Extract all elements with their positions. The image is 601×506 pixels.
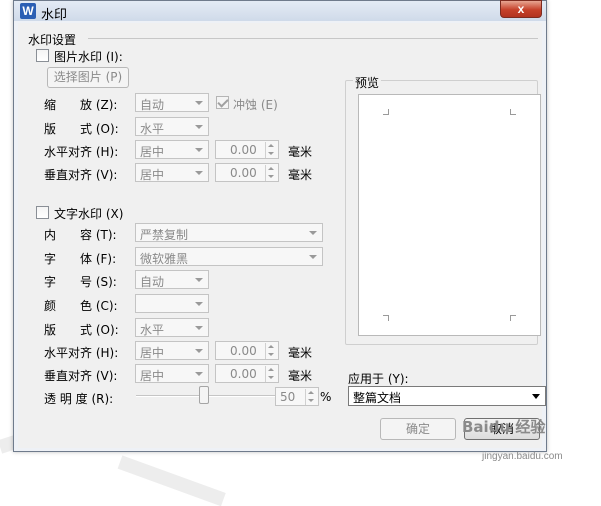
dialog-client-area: 水印设置 图片水印 (I): 选择图片 (P) 缩 放 (Z): 自动 冲蚀 (…: [18, 23, 546, 448]
group-divider: [88, 38, 538, 39]
text-v-offset-value: 0.00: [230, 367, 257, 381]
content-select[interactable]: 严禁复制: [135, 223, 323, 242]
scale-value: 自动: [140, 98, 165, 112]
apply-to-label: 应用于 (Y):: [348, 372, 409, 386]
washout-label: 冲蚀 (E): [233, 98, 278, 112]
picture-h-align-label: 水平对齐 (H):: [44, 145, 119, 159]
title-bar: W 水印 x: [14, 0, 546, 23]
font-select[interactable]: 微软雅黑: [135, 247, 323, 266]
text-v-align-label: 垂直对齐 (V):: [44, 369, 118, 383]
picture-v-align-value: 居中: [140, 168, 165, 182]
margin-corner-mark: [383, 315, 389, 321]
picture-v-offset-unit: 毫米: [288, 168, 313, 182]
transparency-unit: %: [320, 390, 332, 404]
chevron-down-icon: [191, 166, 206, 179]
spin-up-icon[interactable]: [265, 165, 277, 173]
text-v-align-select[interactable]: 居中: [135, 364, 209, 383]
chevron-down-icon: [191, 344, 206, 357]
text-layout-value: 水平: [140, 323, 165, 337]
transparency-spinner[interactable]: 50: [275, 387, 319, 406]
margin-corner-mark: [510, 109, 516, 115]
background-stroke: [117, 455, 226, 506]
picture-h-offset-spinner[interactable]: 0.00: [215, 140, 279, 159]
washout-checkbox[interactable]: [216, 96, 229, 109]
picture-layout-value: 水平: [140, 122, 165, 136]
chevron-down-icon: [305, 250, 320, 263]
picture-layout-label: 版 式 (O):: [44, 122, 119, 136]
text-v-offset-spinner[interactable]: 0.00: [215, 364, 279, 383]
spin-down-icon[interactable]: [265, 150, 277, 158]
text-h-offset-spinner[interactable]: 0.00: [215, 341, 279, 360]
scale-label: 缩 放 (Z):: [44, 98, 118, 112]
wps-writer-icon: W: [20, 3, 36, 19]
picture-layout-select[interactable]: 水平: [135, 117, 209, 136]
margin-corner-mark: [510, 315, 516, 321]
content-label: 内 容 (T):: [44, 228, 117, 242]
preview-page: [358, 94, 541, 336]
baidu-jingyan-logo: Baidu 经验: [462, 418, 546, 436]
chevron-down-icon: [191, 367, 206, 380]
chevron-down-icon: [305, 226, 320, 239]
ok-button[interactable]: 确定: [380, 418, 456, 440]
text-h-align-value: 居中: [140, 346, 165, 360]
chevron-down-icon: [191, 120, 206, 133]
spin-up-icon[interactable]: [265, 343, 277, 351]
chevron-down-icon: [530, 390, 542, 402]
picture-v-align-label: 垂直对齐 (V):: [44, 168, 118, 182]
spin-down-icon[interactable]: [305, 397, 317, 405]
text-h-offset-unit: 毫米: [288, 346, 313, 360]
text-watermark-checkbox[interactable]: [36, 206, 49, 219]
text-v-offset-unit: 毫米: [288, 369, 313, 383]
font-label: 字 体 (F):: [44, 252, 117, 266]
picture-v-offset-value: 0.00: [230, 166, 257, 180]
content-value: 严禁复制: [140, 228, 189, 242]
spin-down-icon[interactable]: [265, 374, 277, 382]
chevron-down-icon: [191, 273, 206, 286]
chevron-down-icon: [191, 321, 206, 334]
color-label: 颜 色 (C):: [44, 299, 118, 313]
spin-up-icon[interactable]: [305, 389, 317, 397]
spin-up-icon[interactable]: [265, 142, 277, 150]
text-watermark-label: 文字水印 (X): [54, 207, 124, 221]
spin-down-icon[interactable]: [265, 173, 277, 181]
transparency-slider-thumb[interactable]: [199, 386, 209, 404]
picture-watermark-checkbox[interactable]: [36, 49, 49, 62]
size-select[interactable]: 自动: [135, 270, 209, 289]
apply-to-value: 整篇文档: [353, 391, 402, 405]
text-h-offset-value: 0.00: [230, 344, 257, 358]
spin-up-icon[interactable]: [265, 366, 277, 374]
text-layout-label: 版 式 (O):: [44, 323, 119, 337]
chevron-down-icon: [191, 143, 206, 156]
text-layout-select[interactable]: 水平: [135, 318, 209, 337]
color-select[interactable]: [135, 294, 209, 313]
text-v-align-value: 居中: [140, 369, 165, 383]
font-value: 微软雅黑: [140, 252, 189, 266]
baidu-jingyan-url: jingyan.baidu.com: [482, 451, 563, 462]
select-picture-button[interactable]: 选择图片 (P): [47, 67, 129, 88]
spin-down-icon[interactable]: [265, 351, 277, 359]
picture-h-align-select[interactable]: 居中: [135, 140, 209, 159]
scale-select[interactable]: 自动: [135, 93, 209, 112]
group-title: 水印设置: [28, 33, 77, 47]
margin-corner-mark: [383, 109, 389, 115]
transparency-label: 透 明 度 (R):: [44, 392, 114, 406]
text-h-align-label: 水平对齐 (H):: [44, 346, 119, 360]
apply-to-select[interactable]: 整篇文档: [348, 386, 546, 406]
preview-label: 预览: [353, 74, 382, 91]
picture-watermark-label: 图片水印 (I):: [54, 50, 123, 64]
text-h-align-select[interactable]: 居中: [135, 341, 209, 360]
size-label: 字 号 (S):: [44, 275, 117, 289]
size-value: 自动: [140, 275, 165, 289]
watermark-dialog: W 水印 x 水印设置 图片水印 (I): 选择图片 (P) 缩 放 (Z): …: [13, 0, 547, 452]
close-button[interactable]: x: [500, 0, 542, 18]
dialog-title: 水印: [41, 8, 68, 23]
transparency-value: 50: [280, 390, 296, 404]
picture-h-align-value: 居中: [140, 145, 165, 159]
picture-v-offset-spinner[interactable]: 0.00: [215, 163, 279, 182]
picture-v-align-select[interactable]: 居中: [135, 163, 209, 182]
picture-h-offset-value: 0.00: [230, 143, 257, 157]
picture-h-offset-unit: 毫米: [288, 145, 313, 159]
chevron-down-icon: [191, 297, 206, 310]
chevron-down-icon: [191, 96, 206, 109]
